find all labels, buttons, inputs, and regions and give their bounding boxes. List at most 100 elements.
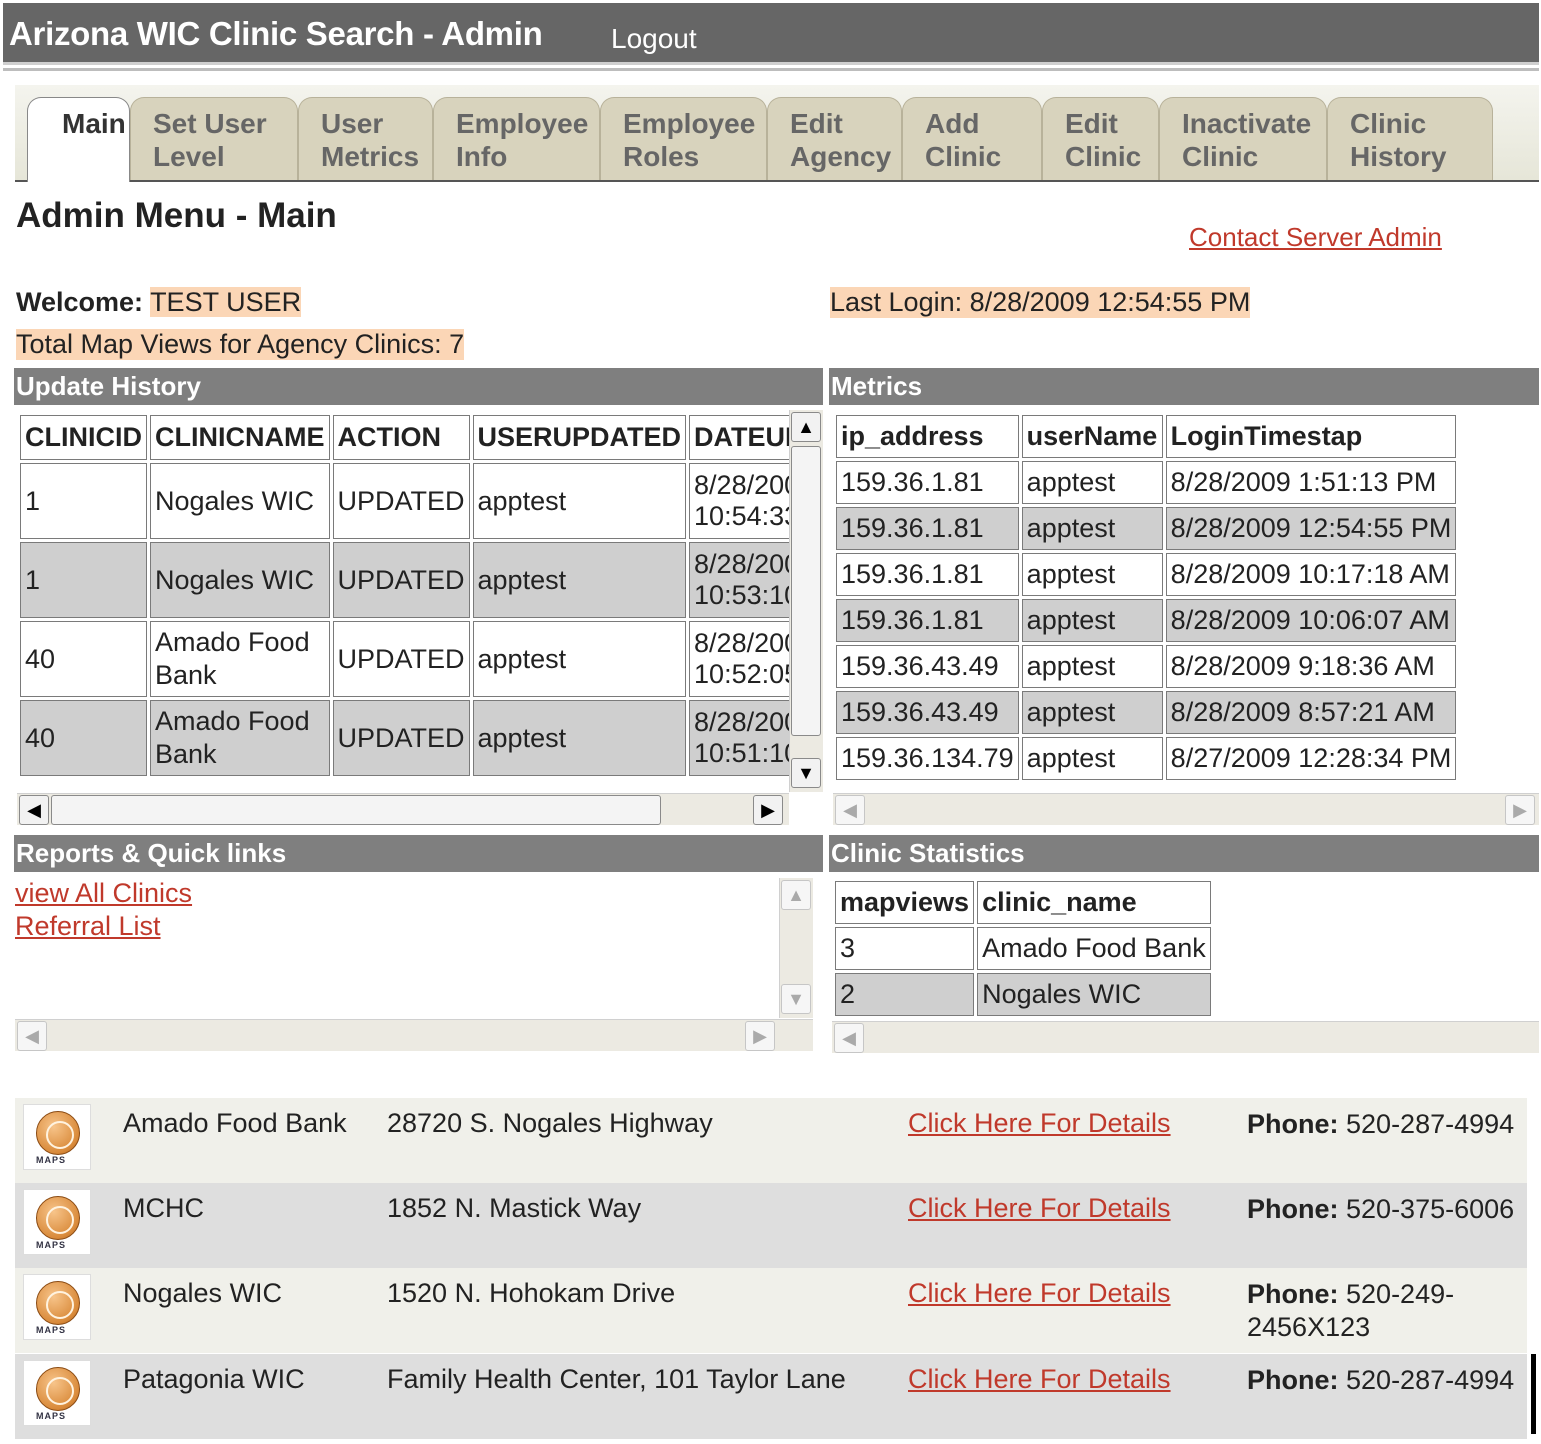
clinic-list-item: MAPS Amado Food Bank 28720 S. Nogales Hi… — [15, 1098, 1527, 1183]
col-login-timestamp[interactable]: LoginTimestap — [1165, 415, 1457, 458]
col-dateupdated[interactable]: DATEUPDATED — [689, 415, 789, 460]
scroll-left-icon[interactable]: ◀ — [835, 795, 865, 825]
table-row[interactable]: 159.36.43.49 apptest 8/28/2009 9:18:36 AM — [836, 645, 1457, 688]
clinic-list-item: MAPS Nogales WIC 1520 N. Hohokam Drive C… — [15, 1268, 1527, 1353]
table-row[interactable]: 159.36.1.81 apptest 8/28/2009 10:06:07 AM — [836, 599, 1457, 642]
scroll-left-icon[interactable]: ◀ — [17, 1021, 47, 1051]
update-history-hscroll[interactable]: ◀ ▶ — [17, 793, 789, 825]
table-row[interactable]: 159.36.1.81 apptest 8/28/2009 10:17:18 AM — [836, 553, 1457, 596]
tab-main[interactable]: Main — [27, 97, 130, 182]
table-row[interactable]: 1 Nogales WIC UPDATED apptest 8/28/20091… — [20, 463, 789, 539]
referral-list-link[interactable]: Referral List — [15, 911, 161, 941]
scroll-down-icon[interactable]: ▼ — [781, 984, 811, 1014]
scroll-right-icon[interactable]: ▶ — [1505, 795, 1535, 825]
maps-globe-icon[interactable]: MAPS — [23, 1360, 91, 1426]
clinic-statistics-hscroll[interactable]: ◀ — [832, 1021, 1539, 1053]
cell-timestamp: 8/28/2009 9:18:36 AM — [1165, 645, 1457, 688]
clinic-statistics-wrap[interactable]: mapviews clinic_name 3 Amado Food Bank 2N… — [832, 878, 1539, 1018]
scroll-right-icon[interactable]: ▶ — [753, 795, 783, 825]
metrics-table-wrap[interactable]: ip_address userName LoginTimestap 159.36… — [833, 412, 1539, 792]
cell-timestamp: 8/28/2009 10:17:18 AM — [1165, 553, 1457, 596]
maps-globe-icon[interactable]: MAPS — [23, 1189, 91, 1255]
update-history-vscroll[interactable]: ▲ ▼ — [789, 410, 823, 792]
clinic-details-link[interactable]: Click Here For Details — [908, 1278, 1171, 1309]
cell-dateupdated: 8/28/200910:52:05 — [689, 621, 789, 697]
scroll-left-icon[interactable]: ◀ — [834, 1023, 864, 1053]
clinic-name: MCHC — [123, 1193, 204, 1223]
col-username[interactable]: userName — [1021, 415, 1163, 458]
contact-server-admin-link[interactable]: Contact Server Admin — [1189, 222, 1442, 253]
scroll-thumb[interactable] — [51, 795, 661, 825]
clinic-address: 1520 N. Hohokam Drive — [387, 1278, 676, 1308]
scroll-up-icon[interactable]: ▲ — [791, 412, 821, 442]
table-row[interactable]: 3 Amado Food Bank — [835, 927, 1211, 970]
reports-content: view All Clinics Referral List — [15, 878, 775, 1018]
table-row[interactable]: 159.36.43.49 apptest 8/28/2009 8:57:21 AM — [836, 691, 1457, 734]
cell-userupdated: apptest — [472, 542, 687, 618]
welcome-label: Welcome: — [16, 287, 144, 317]
cell-timestamp: 8/27/2009 12:28:34 PM — [1165, 737, 1457, 780]
table-row[interactable]: 159.36.1.81 apptest 8/28/2009 12:54:55 PM — [836, 507, 1457, 550]
table-row[interactable]: 159.36.1.81 apptest 8/28/2009 1:51:13 PM — [836, 461, 1457, 504]
cell-username: apptest — [1021, 507, 1163, 550]
logout-link[interactable]: Logout — [611, 23, 697, 55]
scroll-down-icon[interactable]: ▼ — [791, 758, 821, 788]
cell-ip: 159.36.1.81 — [836, 599, 1019, 642]
table-row[interactable]: 2 Nogales WIC — [835, 973, 1211, 1016]
tab-edit-agency[interactable]: Edit Agency — [767, 97, 902, 180]
clinic-details-link[interactable]: Click Here For Details — [908, 1193, 1171, 1224]
tab-user-metrics[interactable]: User Metrics — [298, 97, 433, 180]
tab-employee-info[interactable]: Employee Info — [433, 97, 600, 180]
col-clinicid[interactable]: CLINICID — [20, 415, 147, 460]
cell-clinicid: 1 — [20, 463, 147, 539]
cell-username: apptest — [1021, 737, 1163, 780]
metrics-hscroll[interactable]: ◀ ▶ — [833, 793, 1539, 825]
cell-clinicname: Nogales WIC — [150, 542, 330, 618]
clinic-list-item: MAPS Patagonia WIC Family Health Center,… — [15, 1354, 1527, 1439]
metrics-header: Metrics — [829, 368, 1539, 405]
clinic-details-link[interactable]: Click Here For Details — [908, 1364, 1171, 1395]
clinic-list-item: MAPS MCHC 1852 N. Mastick Way Click Here… — [15, 1183, 1527, 1268]
scroll-right-icon[interactable]: ▶ — [745, 1021, 775, 1051]
clinic-details-link[interactable]: Click Here For Details — [908, 1108, 1171, 1139]
table-row[interactable]: 40 Amado Food Bank UPDATED apptest 8/28/… — [20, 621, 789, 697]
clinic-statistics-table: mapviews clinic_name 3 Amado Food Bank 2N… — [832, 878, 1214, 1018]
table-row[interactable]: 1 Nogales WIC UPDATED apptest 8/28/20091… — [20, 542, 789, 618]
tab-clinic-history[interactable]: Clinic History — [1327, 97, 1493, 180]
cell-clinic-name: Nogales WIC — [977, 973, 1211, 1016]
cell-username: apptest — [1021, 691, 1163, 734]
update-history-table-wrap[interactable]: CLINICID CLINICNAME ACTION USERUPDATED D… — [17, 412, 789, 792]
clinic-phone: Phone: 520-249-2456X123 — [1247, 1279, 1455, 1342]
cell-timestamp: 8/28/2009 10:06:07 AM — [1165, 599, 1457, 642]
cell-dateupdated: 8/28/200910:51:10 — [689, 700, 789, 776]
col-clinic-name[interactable]: clinic_name — [977, 881, 1211, 924]
maps-globe-icon[interactable]: MAPS — [23, 1104, 91, 1170]
tab-bar: Main Set User Level User Metrics Employe… — [15, 85, 1539, 182]
cell-action: UPDATED — [332, 621, 470, 697]
scroll-left-icon[interactable]: ◀ — [19, 795, 49, 825]
table-row[interactable]: 40 Amado Food Bank UPDATED apptest 8/28/… — [20, 700, 789, 776]
cell-userupdated: apptest — [472, 700, 687, 776]
table-row[interactable]: 159.36.134.79 apptest 8/27/2009 12:28:34 P… — [836, 737, 1457, 780]
tab-set-user-level[interactable]: Set User Level — [130, 97, 298, 180]
col-ip-address[interactable]: ip_address — [836, 415, 1019, 458]
reports-hscroll[interactable]: ◀ ▶ — [15, 1019, 813, 1051]
tab-edit-clinic[interactable]: Edit Clinic — [1042, 97, 1159, 180]
tab-add-clinic[interactable]: Add Clinic — [902, 97, 1042, 180]
tab-inactivate-clinic[interactable]: Inactivate Clinic — [1159, 97, 1327, 180]
col-mapviews[interactable]: mapviews — [835, 881, 975, 924]
reports-vscroll[interactable]: ▲ ▼ — [779, 878, 813, 1018]
maps-globe-icon[interactable]: MAPS — [23, 1274, 91, 1340]
clinic-address: 1852 N. Mastick Way — [387, 1193, 642, 1223]
view-all-clinics-link[interactable]: view All Clinics — [15, 878, 192, 908]
col-clinicname[interactable]: CLINICNAME — [150, 415, 330, 460]
cell-action: UPDATED — [332, 463, 470, 539]
scroll-up-icon[interactable]: ▲ — [781, 880, 811, 910]
col-userupdated[interactable]: USERUPDATED — [472, 415, 687, 460]
scroll-thumb[interactable] — [791, 446, 821, 736]
tab-employee-roles[interactable]: Employee Roles — [600, 97, 767, 180]
col-action[interactable]: ACTION — [332, 415, 470, 460]
cell-ip: 159.36.1.81 — [836, 507, 1019, 550]
cell-action: UPDATED — [332, 542, 470, 618]
cell-ip: 159.36.134.79 — [836, 737, 1019, 780]
